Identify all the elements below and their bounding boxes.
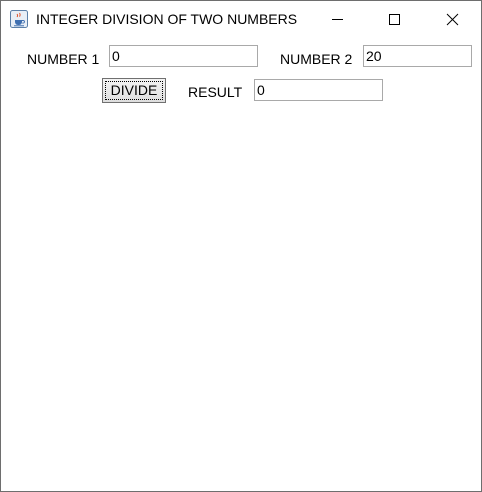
app-window: INTEGER DIVISION OF TWO NUMBERS NUMBER 1… — [0, 0, 482, 492]
window-title: INTEGER DIVISION OF TWO NUMBERS — [36, 11, 298, 27]
close-icon — [446, 13, 459, 26]
number2-field[interactable]: 20 — [363, 45, 472, 67]
minimize-button[interactable] — [314, 1, 360, 38]
title-bar[interactable]: INTEGER DIVISION OF TWO NUMBERS — [1, 1, 481, 38]
java-coffee-cup-icon[interactable] — [10, 10, 28, 28]
form-panel: NUMBER 1 0 NUMBER 2 20 DIVIDE RESULT 0 — [1, 38, 481, 491]
divide-button[interactable]: DIVIDE — [102, 78, 166, 103]
result-field[interactable]: 0 — [254, 79, 383, 101]
divide-button-label: DIVIDE — [110, 82, 158, 98]
maximize-icon — [389, 14, 400, 25]
close-button[interactable] — [429, 1, 475, 38]
number1-field[interactable]: 0 — [109, 45, 258, 67]
number2-label: NUMBER 2 — [280, 51, 353, 67]
maximize-button[interactable] — [371, 1, 417, 38]
result-label: RESULT — [188, 84, 243, 100]
minimize-icon — [332, 19, 343, 20]
number1-label: NUMBER 1 — [27, 51, 100, 67]
